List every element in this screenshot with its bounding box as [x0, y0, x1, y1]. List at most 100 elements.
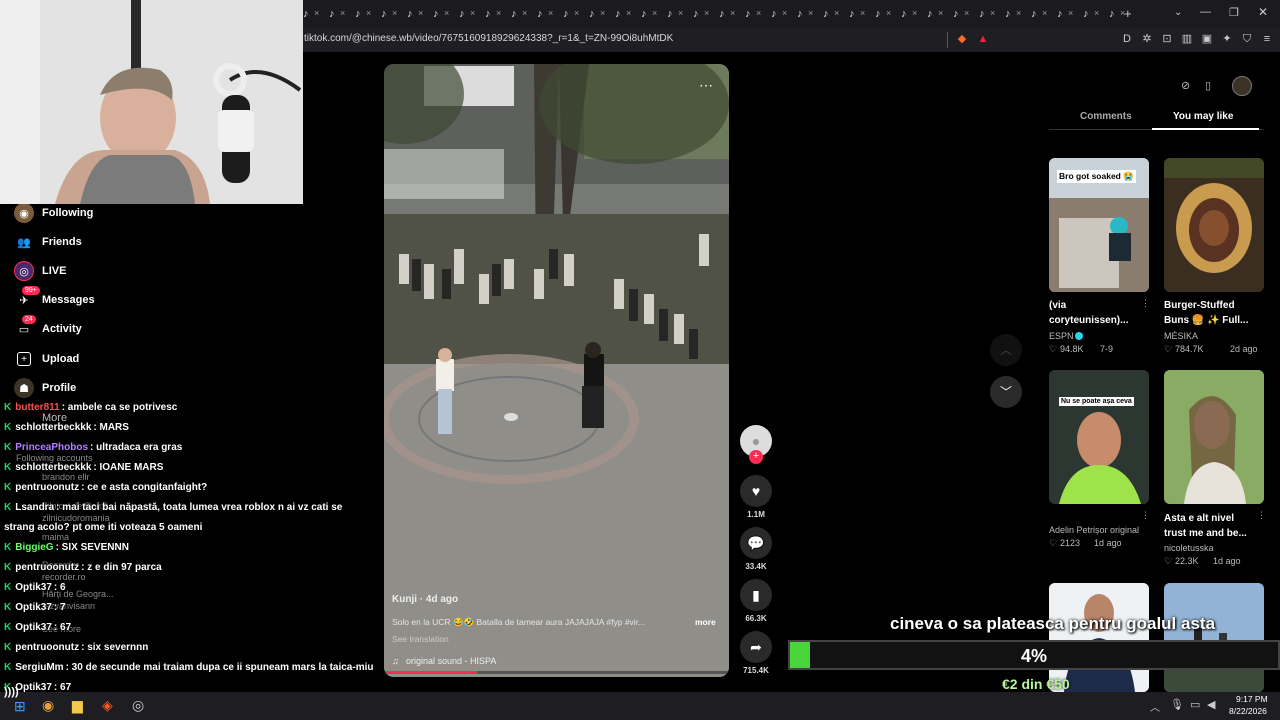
- browser-tab[interactable]: ♪ ×: [378, 4, 404, 24]
- tab-close-icon[interactable]: ×: [392, 8, 397, 18]
- browser-tab[interactable]: ♪ ×: [690, 4, 716, 24]
- tab-close-icon[interactable]: ×: [860, 8, 865, 18]
- card-title[interactable]: (via: [1049, 298, 1066, 313]
- card-author[interactable]: nicoletusska: [1164, 543, 1214, 553]
- tab-close-icon[interactable]: ×: [1094, 8, 1099, 18]
- browser-tab[interactable]: ♪ ×: [638, 4, 664, 24]
- tab-close-icon[interactable]: ×: [470, 8, 475, 18]
- d-extension-icon[interactable]: D: [1120, 32, 1134, 46]
- microphone-icon[interactable]: 🎙: [1170, 698, 1184, 711]
- minimize-icon[interactable]: —: [1200, 6, 1211, 18]
- browser-tab[interactable]: ♪ ×: [664, 4, 690, 24]
- tab-you-may-like[interactable]: You may like: [1173, 111, 1233, 122]
- wallet-icon[interactable]: ▣: [1200, 32, 1214, 46]
- browser-tab[interactable]: ♪ ×: [456, 4, 482, 24]
- tab-close-icon[interactable]: ×: [782, 8, 787, 18]
- tab-close-icon[interactable]: ×: [704, 8, 709, 18]
- tray-chevron-icon[interactable]: ︿: [1150, 699, 1160, 714]
- extensions-icon[interactable]: ✲: [1140, 32, 1154, 46]
- video-player[interactable]: ⋯ Kunji · 4d ago Solo en la UCR 😂🤣 Batal…: [384, 64, 729, 677]
- next-video-chevron-down-icon[interactable]: ﹀: [990, 376, 1022, 408]
- volume-icon[interactable]: ◀: [1207, 698, 1215, 711]
- browser-tab[interactable]: ♪ ×: [508, 4, 534, 24]
- caption-more-link[interactable]: more: [695, 617, 716, 627]
- recommended-video-thumbnail[interactable]: [1164, 158, 1264, 292]
- tab-close-icon[interactable]: ×: [990, 8, 995, 18]
- card-more-options-icon[interactable]: ⋮: [1141, 298, 1150, 309]
- browser-tab[interactable]: ♪ ×: [1054, 4, 1080, 24]
- obs-icon[interactable]: ◎: [132, 697, 144, 714]
- card-title[interactable]: Buns 🍔 ✨ Full...: [1164, 313, 1248, 328]
- share-button[interactable]: ➦ 715.4K: [738, 631, 774, 675]
- close-window-icon[interactable]: ✕: [1258, 5, 1268, 19]
- tab-close-icon[interactable]: ×: [730, 8, 735, 18]
- browser-tab[interactable]: ♪ ×: [534, 4, 560, 24]
- tab-close-icon[interactable]: ×: [912, 8, 917, 18]
- card-author[interactable]: ESPN: [1049, 331, 1074, 341]
- browser-tab[interactable]: ♪ ×: [846, 4, 872, 24]
- maximize-icon[interactable]: ❐: [1229, 6, 1239, 19]
- browser-tab[interactable]: ♪ ×: [924, 4, 950, 24]
- browser-tab[interactable]: ♪ ×: [976, 4, 1002, 24]
- menu-icon[interactable]: ≡: [1260, 32, 1274, 46]
- tab-list-chevron-icon[interactable]: ⌄: [1174, 7, 1182, 18]
- sidebar-item-messages[interactable]: ✈ 99+ Messages: [14, 286, 95, 311]
- tab-close-icon[interactable]: ×: [314, 8, 319, 18]
- tab-close-icon[interactable]: ×: [1042, 8, 1047, 18]
- save-button[interactable]: ▮ 66.3K: [738, 579, 774, 623]
- browser-tab[interactable]: ♪ ×: [612, 4, 638, 24]
- bookmark-icon[interactable]: ⊡: [1160, 32, 1174, 46]
- tab-close-icon[interactable]: ×: [938, 8, 943, 18]
- previous-video-chevron-up-icon[interactable]: ︿: [990, 334, 1022, 366]
- tab-close-icon[interactable]: ×: [574, 8, 579, 18]
- sidebar-icon[interactable]: ▥: [1180, 32, 1194, 46]
- sidebar-item-profile[interactable]: ☗ Profile: [14, 377, 76, 399]
- taskbar-time[interactable]: 9:17 PM: [1236, 694, 1268, 704]
- browser-tab[interactable]: ♪ ×: [794, 4, 820, 24]
- browser-tab[interactable]: ♪ ×: [352, 4, 378, 24]
- creator-avatar-button[interactable]: ● +: [738, 425, 774, 464]
- windows-start-icon[interactable]: ⊞: [14, 698, 26, 715]
- browser-tab[interactable]: ♪ ×: [482, 4, 508, 24]
- tab-close-icon[interactable]: ×: [496, 8, 501, 18]
- chrome-icon[interactable]: ◉: [42, 697, 54, 714]
- tab-close-icon[interactable]: ×: [340, 8, 345, 18]
- browser-tab[interactable]: ♪ ×: [820, 4, 846, 24]
- brave-shield-icon[interactable]: ◆: [955, 32, 969, 46]
- card-author[interactable]: Adelin Petrișor original: [1049, 525, 1139, 535]
- like-button[interactable]: ♥ 1.1M: [738, 475, 774, 519]
- card-more-options-icon[interactable]: ⋮: [1141, 510, 1150, 521]
- browser-tab[interactable]: ♪ ×: [404, 4, 430, 24]
- tab-close-icon[interactable]: ×: [652, 8, 657, 18]
- tab-close-icon[interactable]: ×: [964, 8, 969, 18]
- tab-close-icon[interactable]: ×: [522, 8, 527, 18]
- file-explorer-icon[interactable]: ▆: [72, 697, 83, 714]
- tab-close-icon[interactable]: ×: [886, 8, 891, 18]
- card-title[interactable]: trust me and be...: [1164, 526, 1247, 541]
- browser-tab[interactable]: ♪ ×: [326, 4, 352, 24]
- taskbar-date[interactable]: 8/22/2026: [1229, 706, 1267, 716]
- card-title[interactable]: Burger-Stuffed: [1164, 298, 1235, 313]
- tab-close-icon[interactable]: ×: [834, 8, 839, 18]
- user-avatar[interactable]: [1232, 76, 1252, 96]
- network-icon[interactable]: ▭: [1190, 698, 1200, 711]
- tab-close-icon[interactable]: ×: [548, 8, 553, 18]
- tab-close-icon[interactable]: ×: [418, 8, 423, 18]
- browser-tab[interactable]: ♪ ×: [742, 4, 768, 24]
- card-title[interactable]: coryteunissen)...: [1049, 313, 1128, 328]
- tab-close-icon[interactable]: ×: [756, 8, 761, 18]
- tab-close-icon[interactable]: ×: [626, 8, 631, 18]
- tab-close-icon[interactable]: ×: [808, 8, 813, 18]
- tab-close-icon[interactable]: ×: [600, 8, 605, 18]
- rewards-icon[interactable]: ▲: [976, 32, 990, 46]
- recommended-video-thumbnail[interactable]: Nu se poate așa ceva: [1049, 370, 1149, 504]
- tab-close-icon[interactable]: ×: [678, 8, 683, 18]
- tab-close-icon[interactable]: ×: [1016, 8, 1021, 18]
- tab-close-icon[interactable]: ×: [444, 8, 449, 18]
- tab-close-icon[interactable]: ×: [1068, 8, 1073, 18]
- browser-tab[interactable]: ♪ ×: [560, 4, 586, 24]
- browser-tab[interactable]: ♪ ×: [586, 4, 612, 24]
- video-progress-track[interactable]: [384, 671, 729, 674]
- browser-tab[interactable]: ♪ ×: [300, 4, 326, 24]
- sidebar-item-upload[interactable]: + Upload: [14, 348, 79, 370]
